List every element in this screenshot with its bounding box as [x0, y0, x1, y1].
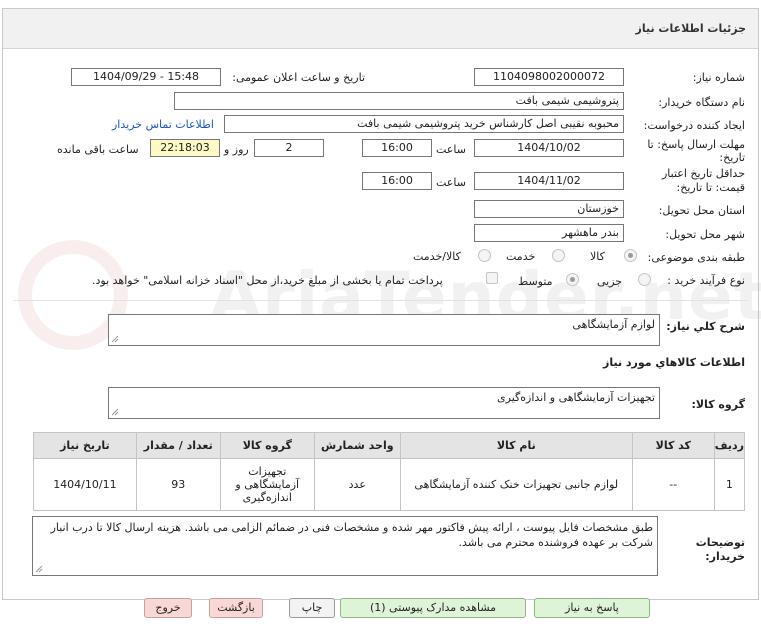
days-field: 2 [254, 139, 324, 157]
cell-date: 1404/10/11 [33, 458, 137, 511]
cell-code: -- [631, 458, 715, 511]
print-button[interactable]: چاپ [289, 598, 335, 618]
reply-button[interactable]: پاسخ به نیاز [534, 598, 650, 618]
back-button[interactable]: بازگشت [209, 598, 263, 618]
creator-field: محبوبه نقیبی اصل کارشناس خرید پتروشیمی ش… [224, 115, 624, 133]
col-row: ردیف [713, 432, 746, 459]
summary-value: لوازم آزمایشگاهی [572, 318, 655, 331]
goods-group-textarea[interactable]: تجهیزات آزمایشگاهی و اندازه‌گیری [108, 387, 660, 419]
deadline-label-1: مهلت ارسال پاسخ: تا [647, 138, 745, 151]
validity-label-2: قیمت: تا تاریخ: [676, 181, 745, 194]
remaining-label: ساعت باقی مانده [57, 143, 139, 156]
attachments-button[interactable]: مشاهده مدارک پیوستی (1) [340, 598, 526, 618]
deadline-label-2: تاریخ: [719, 151, 745, 164]
need-number-field: 1104098002000072 [474, 68, 624, 86]
resize-grip-icon [111, 408, 119, 416]
resize-grip-icon [35, 565, 43, 573]
validity-label-1: حداقل تاریخ اعتبار [661, 167, 745, 180]
city-field: بندر ماهشهر [474, 224, 624, 242]
table-row: 1 -- لوازم جانبی تجهیزات خنک کننده آزمای… [33, 458, 746, 511]
page-title: جزئیات اطلاعات نیاز [635, 22, 747, 35]
remaining-time-field: 22:18:03 [150, 139, 220, 157]
summary-label: شرح کلي نياز: [666, 320, 745, 333]
payment-note: پرداخت تمام یا بخشی از مبلغ خرید،از محل … [92, 274, 443, 287]
deadline-time-field: 16:00 [362, 139, 432, 157]
days-label: روز و [224, 143, 249, 156]
buyer-contact-link[interactable]: اطلاعات تماس خریدار [112, 118, 214, 131]
announce-label: تاریخ و ساعت اعلان عمومی: [232, 71, 365, 84]
province-field: خوزستان [474, 200, 624, 218]
validity-date-field: 1404/11/02 [474, 172, 624, 190]
announce-field: 1404/09/29 - 15:48 [71, 68, 221, 86]
goods-group-label: گروه کالا: [691, 398, 745, 411]
process-option-minor: جزیی [597, 275, 623, 288]
col-group: گروه کالا [219, 432, 315, 459]
category-label: طبقه بندی موضوعی: [647, 251, 745, 264]
goods-table: ردیف کد کالا نام کالا واحد شمارش گروه کا… [33, 432, 746, 511]
process-label: نوع فرآیند خرید : [667, 274, 745, 287]
goods-info-title: اطلاعات کالاهاي مورد نياز [603, 356, 745, 369]
category-option-goods-service: کالا/خدمت [413, 250, 461, 263]
category-option-goods: کالا [590, 250, 605, 263]
summary-textarea[interactable]: لوازم آزمایشگاهی [108, 314, 660, 346]
cell-group: تجهیزات آزمایشگاهی و اندازه‌گیری [219, 458, 315, 511]
validity-time-label: ساعت [436, 176, 466, 189]
validity-time-field: 16:00 [362, 172, 432, 190]
process-option-medium: متوسط [518, 275, 553, 288]
col-unit: واحد شمارش [313, 432, 401, 459]
col-code: کد کالا [631, 432, 715, 459]
buyer-notes-label-2: خریدار: [705, 550, 745, 563]
treasury-checkbox[interactable] [486, 272, 498, 284]
need-number-label: شماره نیاز: [692, 71, 745, 84]
category-radio-goods[interactable] [624, 249, 637, 262]
cell-unit: عدد [313, 458, 401, 511]
buyer-notes-textarea[interactable]: طبق مشخصات فایل پیوست ، ارائه پیش فاکتور… [32, 516, 658, 576]
process-radio-minor[interactable] [638, 273, 651, 286]
category-radio-service[interactable] [552, 249, 565, 262]
col-name: نام کالا [399, 432, 633, 459]
exit-button[interactable]: خروج [144, 598, 192, 618]
buyer-notes-value: طبق مشخصات فایل پیوست ، ارائه پیش فاکتور… [50, 521, 653, 549]
creator-label: ایجاد کننده درخواست: [643, 119, 745, 132]
buyer-org-label: نام دستگاه خریدار: [658, 96, 745, 109]
deadline-date-field: 1404/10/02 [474, 139, 624, 157]
buyer-org-field: پتروشیمی شیمی بافت [174, 92, 624, 110]
cell-name: لوازم جانبی تجهیزات خنک کننده آزمایشگاهی [399, 458, 633, 511]
process-radio-medium[interactable] [566, 273, 579, 286]
col-qty: تعداد / مقدار [135, 432, 221, 459]
province-label: استان محل تحویل: [658, 204, 745, 217]
panel-titlebar: جزئیات اطلاعات نیاز [3, 9, 758, 49]
cell-row: 1 [713, 458, 746, 511]
deadline-time-label: ساعت [436, 143, 466, 156]
category-option-service: خدمت [506, 250, 536, 263]
category-radio-goods-service[interactable] [478, 249, 491, 262]
buyer-notes-label-1: توضیحات [695, 536, 745, 549]
city-label: شهر محل تحویل: [665, 228, 745, 241]
resize-grip-icon [111, 335, 119, 343]
col-date: تاریخ نیاز [33, 432, 137, 459]
goods-group-value: تجهیزات آزمایشگاهی و اندازه‌گیری [497, 391, 655, 404]
table-header-row: ردیف کد کالا نام کالا واحد شمارش گروه کا… [33, 432, 746, 459]
cell-qty: 93 [135, 458, 221, 511]
divider [14, 300, 748, 301]
